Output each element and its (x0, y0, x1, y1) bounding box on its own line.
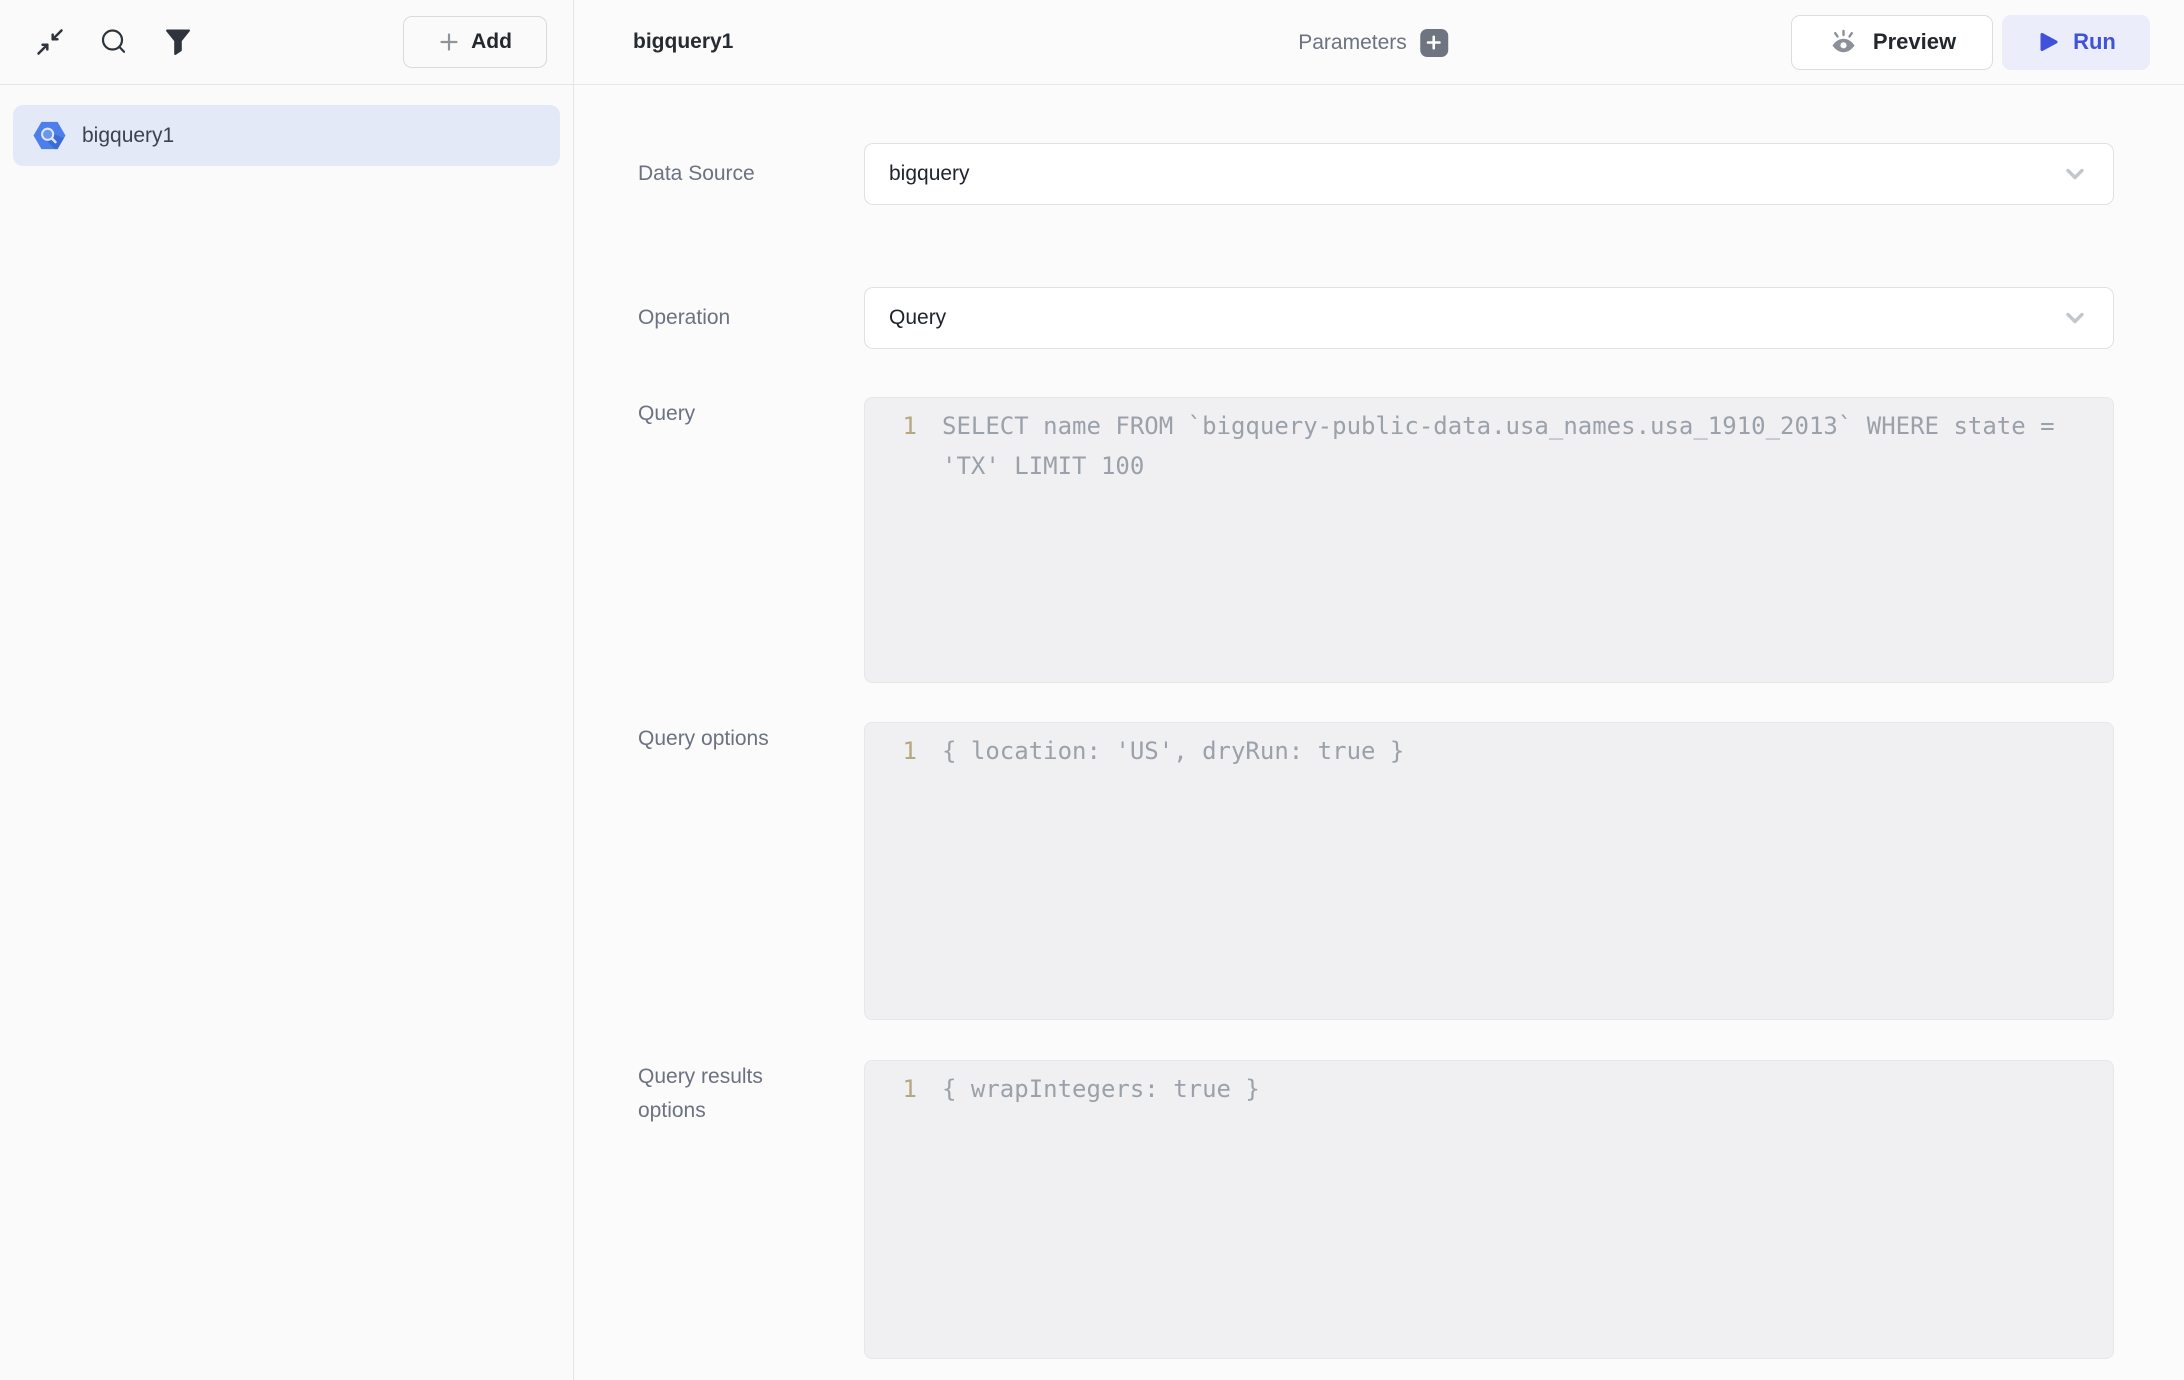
filter-icon (161, 25, 195, 59)
query-results-options-row: Query results options 1 { wrapIntegers: … (638, 1060, 2114, 1359)
data-source-label: Data Source (638, 157, 864, 191)
sidebar: Add bigquery1 (0, 0, 574, 1380)
query-options-label: Query options (638, 722, 864, 756)
parameters-label: Parameters (1298, 31, 1407, 55)
app-root: Add bigquery1 bigquery1 (0, 0, 2184, 1380)
query-results-options-placeholder: { wrapIntegers: true } (942, 1069, 2072, 1358)
line-number: 1 (865, 1069, 917, 1358)
query-options-row: Query options 1 { location: 'US', dryRun… (638, 722, 2114, 1020)
chevron-down-icon (2063, 162, 2087, 186)
header-actions: Preview Run (1791, 15, 2150, 70)
query-item-label: bigquery1 (82, 124, 174, 148)
query-results-options-editor[interactable]: 1 { wrapIntegers: true } (864, 1060, 2114, 1359)
add-query-button[interactable]: Add (403, 16, 547, 68)
operation-value: Query (889, 306, 2063, 330)
main-header: bigquery1 Parameters (574, 0, 2184, 85)
parameters-group: Parameters (1298, 0, 1448, 85)
data-source-select[interactable]: bigquery (864, 143, 2114, 205)
search-icon (97, 25, 131, 59)
run-button[interactable]: Run (2002, 15, 2150, 70)
query-options-placeholder: { location: 'US', dryRun: true } (942, 731, 2072, 1019)
collapse-sidebar-button[interactable] (33, 25, 67, 59)
add-button-label: Add (471, 30, 512, 54)
query-placeholder: SELECT name FROM `bigquery-public-data.u… (942, 406, 2072, 682)
query-row: Query 1 SELECT name FROM `bigquery-publi… (638, 397, 2114, 683)
play-icon (2036, 30, 2060, 54)
data-source-row: Data Source bigquery (638, 143, 2114, 205)
plus-icon (438, 31, 460, 53)
preview-button-label: Preview (1873, 29, 1956, 55)
query-form: Data Source bigquery Operation Query (574, 85, 2184, 1380)
line-number: 1 (865, 731, 917, 1019)
operation-label: Operation (638, 301, 864, 335)
operation-row: Operation Query (638, 287, 2114, 349)
plus-icon (1426, 35, 1441, 50)
line-number: 1 (865, 406, 917, 682)
add-parameter-button[interactable] (1420, 29, 1448, 57)
main-panel: bigquery1 Parameters (574, 0, 2184, 1380)
page-title: bigquery1 (633, 30, 733, 54)
eye-icon (1828, 27, 1859, 58)
search-button[interactable] (97, 25, 131, 59)
preview-button[interactable]: Preview (1791, 15, 1993, 70)
query-list: bigquery1 (0, 85, 573, 166)
run-button-label: Run (2073, 29, 2116, 55)
query-options-editor[interactable]: 1 { location: 'US', dryRun: true } (864, 722, 2114, 1020)
query-list-item-bigquery1[interactable]: bigquery1 (13, 105, 560, 166)
bigquery-icon (33, 121, 66, 150)
query-label: Query (638, 397, 864, 431)
operation-select[interactable]: Query (864, 287, 2114, 349)
query-code-editor[interactable]: 1 SELECT name FROM `bigquery-public-data… (864, 397, 2114, 683)
filter-button[interactable] (161, 25, 195, 59)
sidebar-toolbar: Add (0, 0, 573, 85)
data-source-value: bigquery (889, 162, 2063, 186)
query-results-options-label: Query results options (638, 1060, 864, 1128)
chevron-down-icon (2063, 306, 2087, 330)
collapse-icon (33, 25, 67, 59)
